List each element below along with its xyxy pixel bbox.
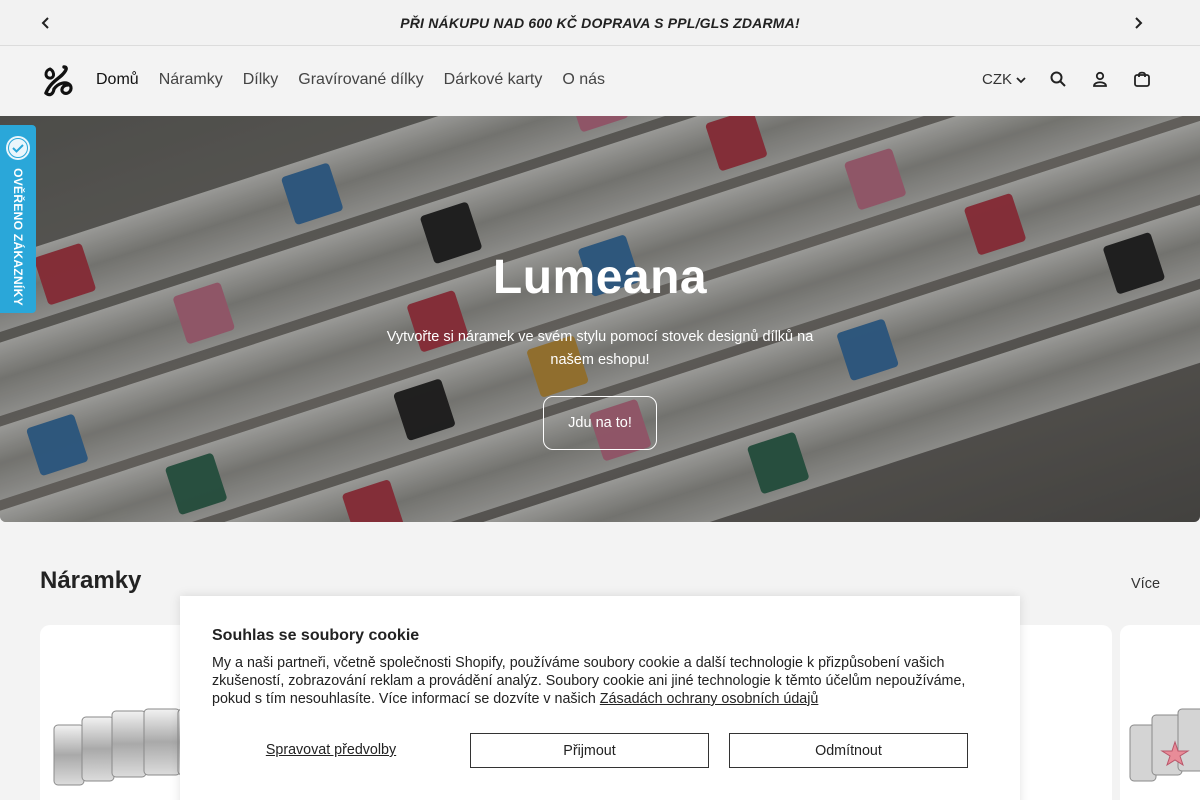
nav-item-bracelets[interactable]: Náramky [159, 71, 223, 89]
verified-badge-text-wrap: OVĚŘENO ZÁKAZNÍKY [6, 168, 30, 306]
search-icon[interactable] [1048, 69, 1068, 89]
nav-item-charms[interactable]: Dílky [243, 71, 279, 89]
bracelet-image [1129, 708, 1200, 782]
verified-badge-label: OVĚŘENO ZÁKAZNÍKY [11, 168, 25, 306]
hero-title: Lumeana [492, 251, 708, 304]
privacy-policy-link[interactable]: Zásadách ochrany osobních údajů [600, 691, 819, 707]
nav-item-gift-cards[interactable]: Dárkové karty [444, 71, 543, 89]
cart-icon[interactable] [1132, 69, 1152, 89]
currency-label: CZK [982, 70, 1012, 88]
currency-selector[interactable]: CZK [982, 71, 1026, 88]
hero-cta-button[interactable]: Jdu na to! [543, 396, 657, 450]
lumeana-logo-icon[interactable] [40, 63, 76, 99]
cookie-title: Souhlas se soubory cookie [212, 627, 420, 644]
accept-cookies-button[interactable]: Přijmout [470, 733, 709, 768]
nav-item-engraved-charms[interactable]: Gravírované dílky [298, 71, 423, 89]
site-header: Domů Náramky Dílky Gravírované dílky Dár… [0, 47, 1200, 116]
chevron-left-icon[interactable] [36, 13, 56, 33]
cookie-body: My a naši partneři, včetně společnosti S… [212, 654, 992, 708]
chevron-right-icon[interactable] [1128, 13, 1148, 33]
nav-item-home[interactable]: Domů [96, 71, 139, 89]
decline-cookies-button[interactable]: Odmítnout [729, 733, 968, 768]
account-icon[interactable] [1090, 69, 1110, 89]
cookie-consent-banner: Souhlas se soubory cookie My a naši part… [180, 596, 1020, 800]
hero-banner: Lumeana Vytvořte si náramek ve svém styl… [0, 116, 1200, 522]
verified-seal-icon [5, 135, 31, 161]
manage-preferences-link[interactable]: Spravovat předvolby [212, 733, 450, 767]
verified-customers-badge[interactable]: OVĚŘENO ZÁKAZNÍKY [0, 125, 36, 313]
announcement-bar: PŘI NÁKUPU NAD 600 KČ DOPRAVA S PPL/GLS … [0, 0, 1200, 46]
cookie-body-text: My a naši partneři, včetně společnosti S… [212, 655, 966, 707]
nav-item-about[interactable]: O nás [562, 71, 605, 89]
announcement-text: PŘI NÁKUPU NAD 600 KČ DOPRAVA S PPL/GLS … [400, 14, 800, 31]
main-nav: Domů Náramky Dílky Gravírované dílky Dár… [96, 71, 605, 89]
hero-subtitle: Vytvořte si náramek ve svém stylu pomocí… [386, 329, 814, 368]
hero-content: Lumeana Vytvořte si náramek ve svém styl… [0, 116, 1200, 522]
product-card[interactable] [1120, 625, 1200, 800]
section-title: Náramky [40, 567, 142, 594]
section-more-link[interactable]: Více [1131, 576, 1160, 592]
header-actions: CZK [982, 69, 1152, 89]
chevron-down-icon [1016, 71, 1026, 88]
